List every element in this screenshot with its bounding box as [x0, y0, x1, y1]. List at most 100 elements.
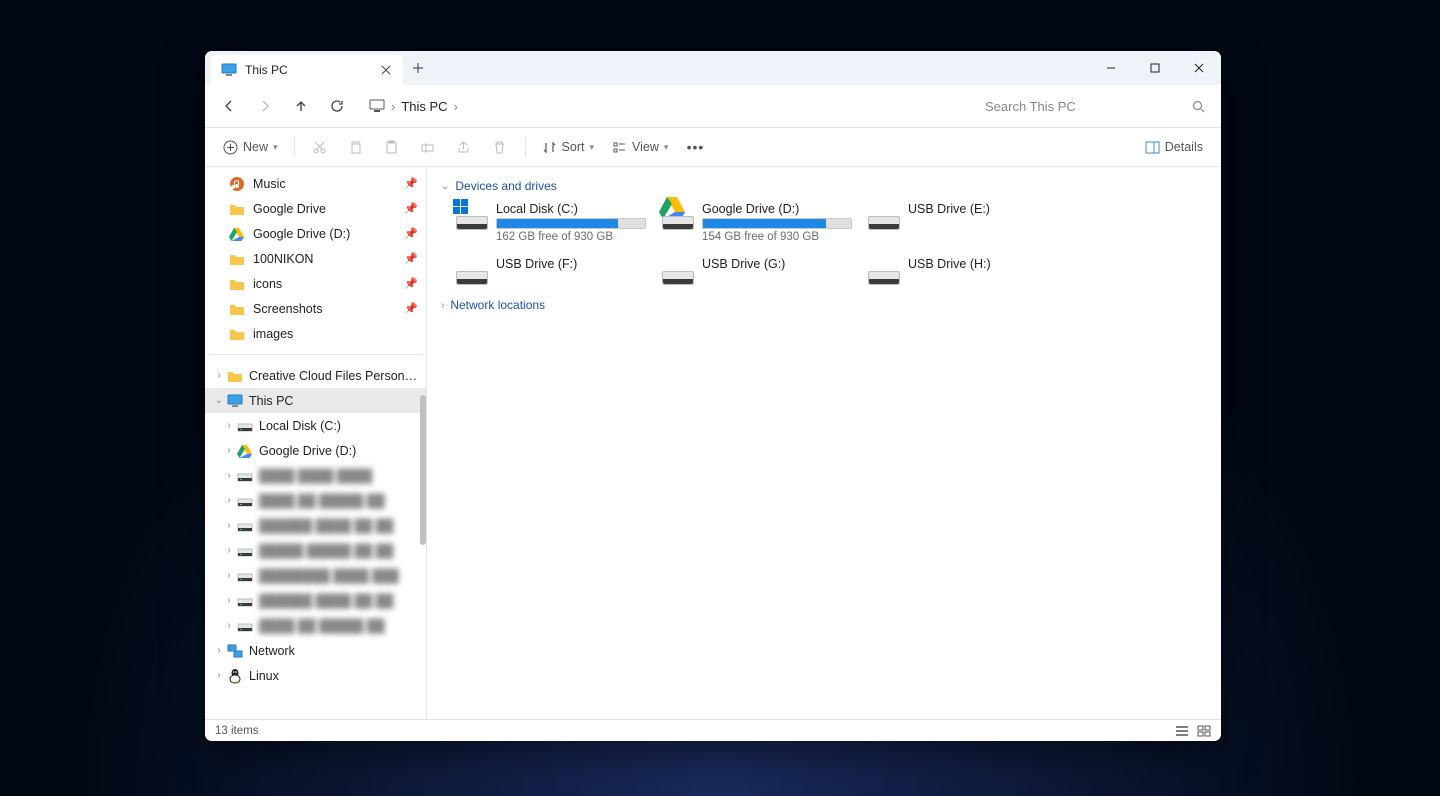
view-icon [612, 140, 627, 155]
details-pane-icon [1145, 140, 1160, 155]
chevron-right-icon: › [221, 420, 237, 431]
share-button[interactable] [447, 133, 481, 161]
address-location: This PC [401, 99, 447, 114]
tree-item-blurred[interactable]: ›██████ ████ ██ ██ [205, 513, 426, 538]
tree-item-blurred[interactable]: ›████ ██ █████ ██ [205, 488, 426, 513]
minimize-button[interactable] [1089, 51, 1133, 85]
drive-icon [868, 257, 900, 285]
more-button[interactable]: ••• [678, 133, 712, 161]
tab-close-button[interactable] [377, 61, 395, 79]
sidebar-item-screenshots[interactable]: Screenshots📌 [205, 296, 426, 321]
folder-icon [229, 251, 245, 267]
chevron-right-icon: › [211, 645, 227, 656]
music-icon [229, 176, 245, 192]
delete-button[interactable] [483, 133, 517, 161]
view-button[interactable]: View ▾ [604, 133, 676, 161]
tree-item-linux[interactable]: › Linux [205, 663, 426, 688]
drive-google-drive-d-[interactable]: Google Drive (D:)154 GB free of 930 GB [659, 199, 853, 246]
more-icon: ••• [687, 139, 705, 155]
folder-icon [229, 201, 245, 217]
paste-icon [384, 140, 399, 155]
drive-usb-drive-g-[interactable]: USB Drive (G:) [659, 254, 853, 288]
search-input[interactable]: Search This PC [975, 90, 1215, 122]
sidebar-item-google-drive[interactable]: Google Drive📌 [205, 196, 426, 221]
up-button[interactable] [283, 90, 319, 122]
tree-item-creative-cloud[interactable]: › Creative Cloud Files Personal Account … [205, 363, 426, 388]
list-view-icon[interactable] [1175, 725, 1189, 737]
folder-icon [229, 326, 245, 342]
address-bar[interactable]: › This PC › [359, 90, 971, 122]
sidebar-item-label: images [253, 327, 293, 341]
tree-item-this-pc[interactable]: ⌄ This PC [205, 388, 426, 413]
sidebar-item-100nikon[interactable]: 100NIKON📌 [205, 246, 426, 271]
group-network-locations[interactable]: › Network locations [441, 298, 1207, 312]
close-button[interactable] [1177, 51, 1221, 85]
maximize-button[interactable] [1133, 51, 1177, 85]
body: Music📌Google Drive📌Google Drive (D:)📌100… [205, 167, 1221, 719]
drive-usb-drive-h-[interactable]: USB Drive (H:) [865, 254, 1059, 288]
search-icon [1192, 100, 1205, 113]
chevron-right-icon: › [441, 300, 444, 311]
sidebar-item-google-drive-d-[interactable]: Google Drive (D:)📌 [205, 221, 426, 246]
folder-icon [229, 276, 245, 292]
this-pc-icon [227, 393, 243, 409]
details-pane-button[interactable]: Details [1137, 133, 1211, 161]
usage-bar [496, 218, 646, 229]
tab-title: This PC [245, 63, 288, 77]
drive-name: Google Drive (D:) [702, 202, 852, 216]
drive-name: USB Drive (G:) [702, 257, 850, 271]
drive-icon [662, 202, 694, 230]
navigation-pane[interactable]: Music📌Google Drive📌Google Drive (D:)📌100… [205, 167, 427, 719]
sidebar-item-icons[interactable]: icons📌 [205, 271, 426, 296]
chevron-right-icon: › [391, 99, 395, 114]
copy-button[interactable] [339, 133, 373, 161]
chevron-right-icon: › [454, 99, 458, 114]
explorer-window: This PC › This PC › Search This PC [205, 51, 1221, 741]
tree-item-blurred[interactable]: ›████ ████ ████ [205, 463, 426, 488]
tree-item-local-disk[interactable]: › Local Disk (C:) [205, 413, 426, 438]
titlebar: This PC [205, 51, 1221, 85]
sidebar-item-label: icons [253, 277, 282, 291]
drive-icon [456, 202, 488, 230]
status-bar: 13 items [205, 719, 1221, 741]
cut-button[interactable] [303, 133, 337, 161]
tiles-view-icon[interactable] [1197, 725, 1211, 737]
content-area[interactable]: ⌄ Devices and drives Local Disk (C:)162 … [427, 167, 1221, 719]
chevron-right-icon: › [211, 670, 227, 681]
usage-bar [702, 218, 852, 229]
rename-button[interactable] [411, 133, 445, 161]
tree-item-blurred[interactable]: ›█████ █████ ██ ██ [205, 538, 426, 563]
sidebar-scrollbar[interactable] [420, 395, 426, 545]
chevron-down-icon: ▾ [589, 142, 594, 153]
pin-icon: 📌 [404, 252, 418, 265]
windows-icon [453, 199, 469, 215]
chevron-right-icon: › [211, 370, 227, 381]
drive-local-disk-c-[interactable]: Local Disk (C:)162 GB free of 930 GB [453, 199, 647, 246]
gdrive-icon [229, 226, 245, 242]
sidebar-item-music[interactable]: Music📌 [205, 171, 426, 196]
drive-name: USB Drive (E:) [908, 202, 1056, 216]
drive-usb-drive-f-[interactable]: USB Drive (F:) [453, 254, 647, 288]
paste-button[interactable] [375, 133, 409, 161]
drive-usb-drive-e-[interactable]: USB Drive (E:) [865, 199, 1059, 246]
sort-button[interactable]: Sort ▾ [534, 133, 602, 161]
tab-this-pc[interactable]: This PC [211, 55, 403, 85]
status-text: 13 items [215, 725, 258, 737]
group-devices-drives[interactable]: ⌄ Devices and drives [441, 179, 1207, 193]
sidebar-item-images[interactable]: images [205, 321, 426, 346]
google-drive-icon [237, 443, 253, 459]
new-button[interactable]: New ▾ [215, 133, 286, 161]
tree-item-google-drive[interactable]: › Google Drive (D:) [205, 438, 426, 463]
new-tab-button[interactable] [403, 51, 433, 85]
tree-item-blurred[interactable]: ›████ ██ █████ ██ [205, 613, 426, 638]
network-icon [227, 643, 243, 659]
delete-icon [492, 140, 507, 155]
tree-item-blurred[interactable]: ›██████ ████ ██ ██ [205, 588, 426, 613]
refresh-button[interactable] [319, 90, 355, 122]
tree-item-blurred[interactable]: ›████████ ████ ███ [205, 563, 426, 588]
back-button[interactable] [211, 90, 247, 122]
tree-item-network[interactable]: › Network [205, 638, 426, 663]
sidebar-item-label: Music [253, 177, 286, 191]
forward-button[interactable] [247, 90, 283, 122]
this-pc-icon [221, 63, 237, 77]
